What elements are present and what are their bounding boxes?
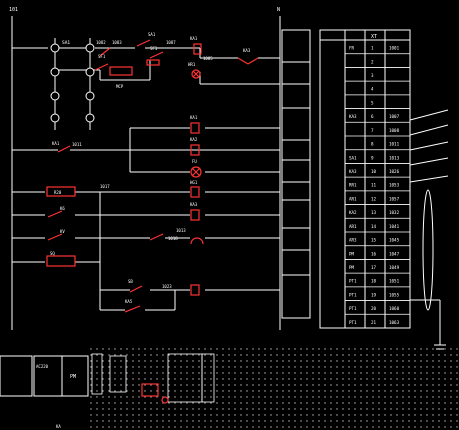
bus-left-label: 101: [9, 7, 18, 13]
ka1-mid-label: KA1: [190, 115, 198, 120]
terminal-row-wire: 1041: [389, 224, 400, 229]
fu-label: FU: [192, 159, 197, 164]
wire-label-2: 1083: [112, 40, 122, 45]
terminal-row-number: 15: [371, 238, 377, 243]
terminal-row-device: FR: [349, 46, 355, 51]
dot-grid-area: [90, 348, 459, 430]
terminal-row-number: 20: [371, 306, 377, 311]
terminal-row-device: AR1: [349, 196, 357, 201]
terminal-row-wire: 1007: [389, 114, 400, 119]
terminal-row-number: 18: [371, 279, 377, 284]
ka2-label: KA2: [190, 137, 198, 142]
wire-label-3: 1087: [166, 40, 176, 45]
terminal-row-device: AR1: [349, 224, 357, 229]
terminal-row-wire: 1032: [389, 210, 400, 215]
wire-label-5: 1017: [100, 184, 110, 189]
terminal-row-number: 10: [371, 169, 377, 174]
terminal-row-number: 12: [371, 196, 377, 201]
terminal-row-device: PT1: [349, 292, 357, 297]
terminal-row-wire: 1011: [389, 142, 400, 147]
terminal-row-number: 21: [371, 320, 377, 325]
terminal-row-device: AR3: [349, 238, 357, 243]
wire-label-8: 1011: [72, 142, 82, 147]
panel1-label: PM: [70, 374, 76, 380]
terminal-row-wire: 1013: [389, 155, 400, 160]
terminal-row-device: PM: [349, 251, 355, 256]
terminal-row-wire: 1063: [389, 320, 400, 325]
terminal-row-device: KA3: [349, 169, 357, 174]
wiring-diagram: 101 N SA1 1082 1083 SF1 SA1 SF1 1087 KA1…: [0, 0, 459, 430]
terminal-row-wire: 1045: [389, 238, 400, 243]
ka3-top-label: KA3: [243, 48, 251, 53]
hr1-label: HR1: [188, 62, 196, 67]
hg1-label: HG1: [190, 180, 198, 185]
wire-label-7: 1023: [162, 284, 172, 289]
terminal-row-wire: 1001: [389, 46, 400, 51]
terminal-row-number: 13: [371, 210, 377, 215]
terminal-row-device: PT1: [349, 306, 357, 311]
terminal-row-wire: 1060: [389, 306, 400, 311]
terminal-row-device: KA3: [349, 114, 357, 119]
wire-label-4: 1085: [203, 56, 213, 61]
terminal-row-device: SA1: [349, 155, 357, 160]
ka5-label: KA5: [125, 299, 133, 304]
ka3-mid-label: KA3: [190, 202, 198, 207]
ka1-coil-label: KA1: [52, 141, 60, 146]
terminal-row-device: RR1: [349, 183, 357, 188]
sb-label: SB: [128, 279, 133, 284]
terminal-row-wire: 1057: [389, 196, 400, 201]
terminal-row-device: PT1: [349, 279, 357, 284]
wire-label-6: 1018: [168, 236, 178, 241]
panel1-sub: AC220: [36, 364, 49, 369]
terminal-row-wire: 1008: [389, 128, 400, 133]
wire-label-1: 1082: [96, 40, 106, 45]
terminal-row-wire: 1049: [389, 265, 400, 270]
mcp-label: MCP: [116, 84, 124, 89]
terminal-row-device: PT1: [349, 320, 357, 325]
kv-label: KV: [60, 229, 65, 234]
sq-label: SQ: [50, 251, 55, 256]
sf1-label: SF1: [98, 54, 106, 59]
terminal-header: XT: [371, 34, 377, 40]
terminal-row-device: KA2: [349, 210, 357, 215]
terminal-row-wire: 1051: [389, 279, 400, 284]
terminal-row-wire: 1055: [389, 292, 400, 297]
r20-label: R20: [54, 190, 62, 195]
terminal-row-wire: 1026: [389, 169, 400, 174]
wire-label-9: 1013: [176, 228, 186, 233]
terminal-row-number: 19: [371, 292, 377, 297]
sf1-contact-label: SF1: [150, 46, 158, 51]
terminal-row-number: 14: [371, 224, 377, 229]
terminal-row-number: 17: [371, 265, 377, 270]
bus-right-label: N: [277, 7, 280, 13]
ka1-top-label: KA1: [190, 36, 198, 41]
sa1-label: SA1: [62, 40, 70, 46]
terminal-row-number: 16: [371, 251, 377, 256]
k6-label: K6: [60, 206, 65, 211]
sa1-contact-label: SA1: [148, 32, 156, 37]
terminal-row-number: 11: [371, 183, 377, 188]
terminal-row-device: PM: [349, 265, 355, 270]
panel2-label: KA: [56, 424, 61, 429]
terminal-row-wire: 1047: [389, 251, 400, 256]
terminal-row-wire: 1053: [389, 183, 400, 188]
